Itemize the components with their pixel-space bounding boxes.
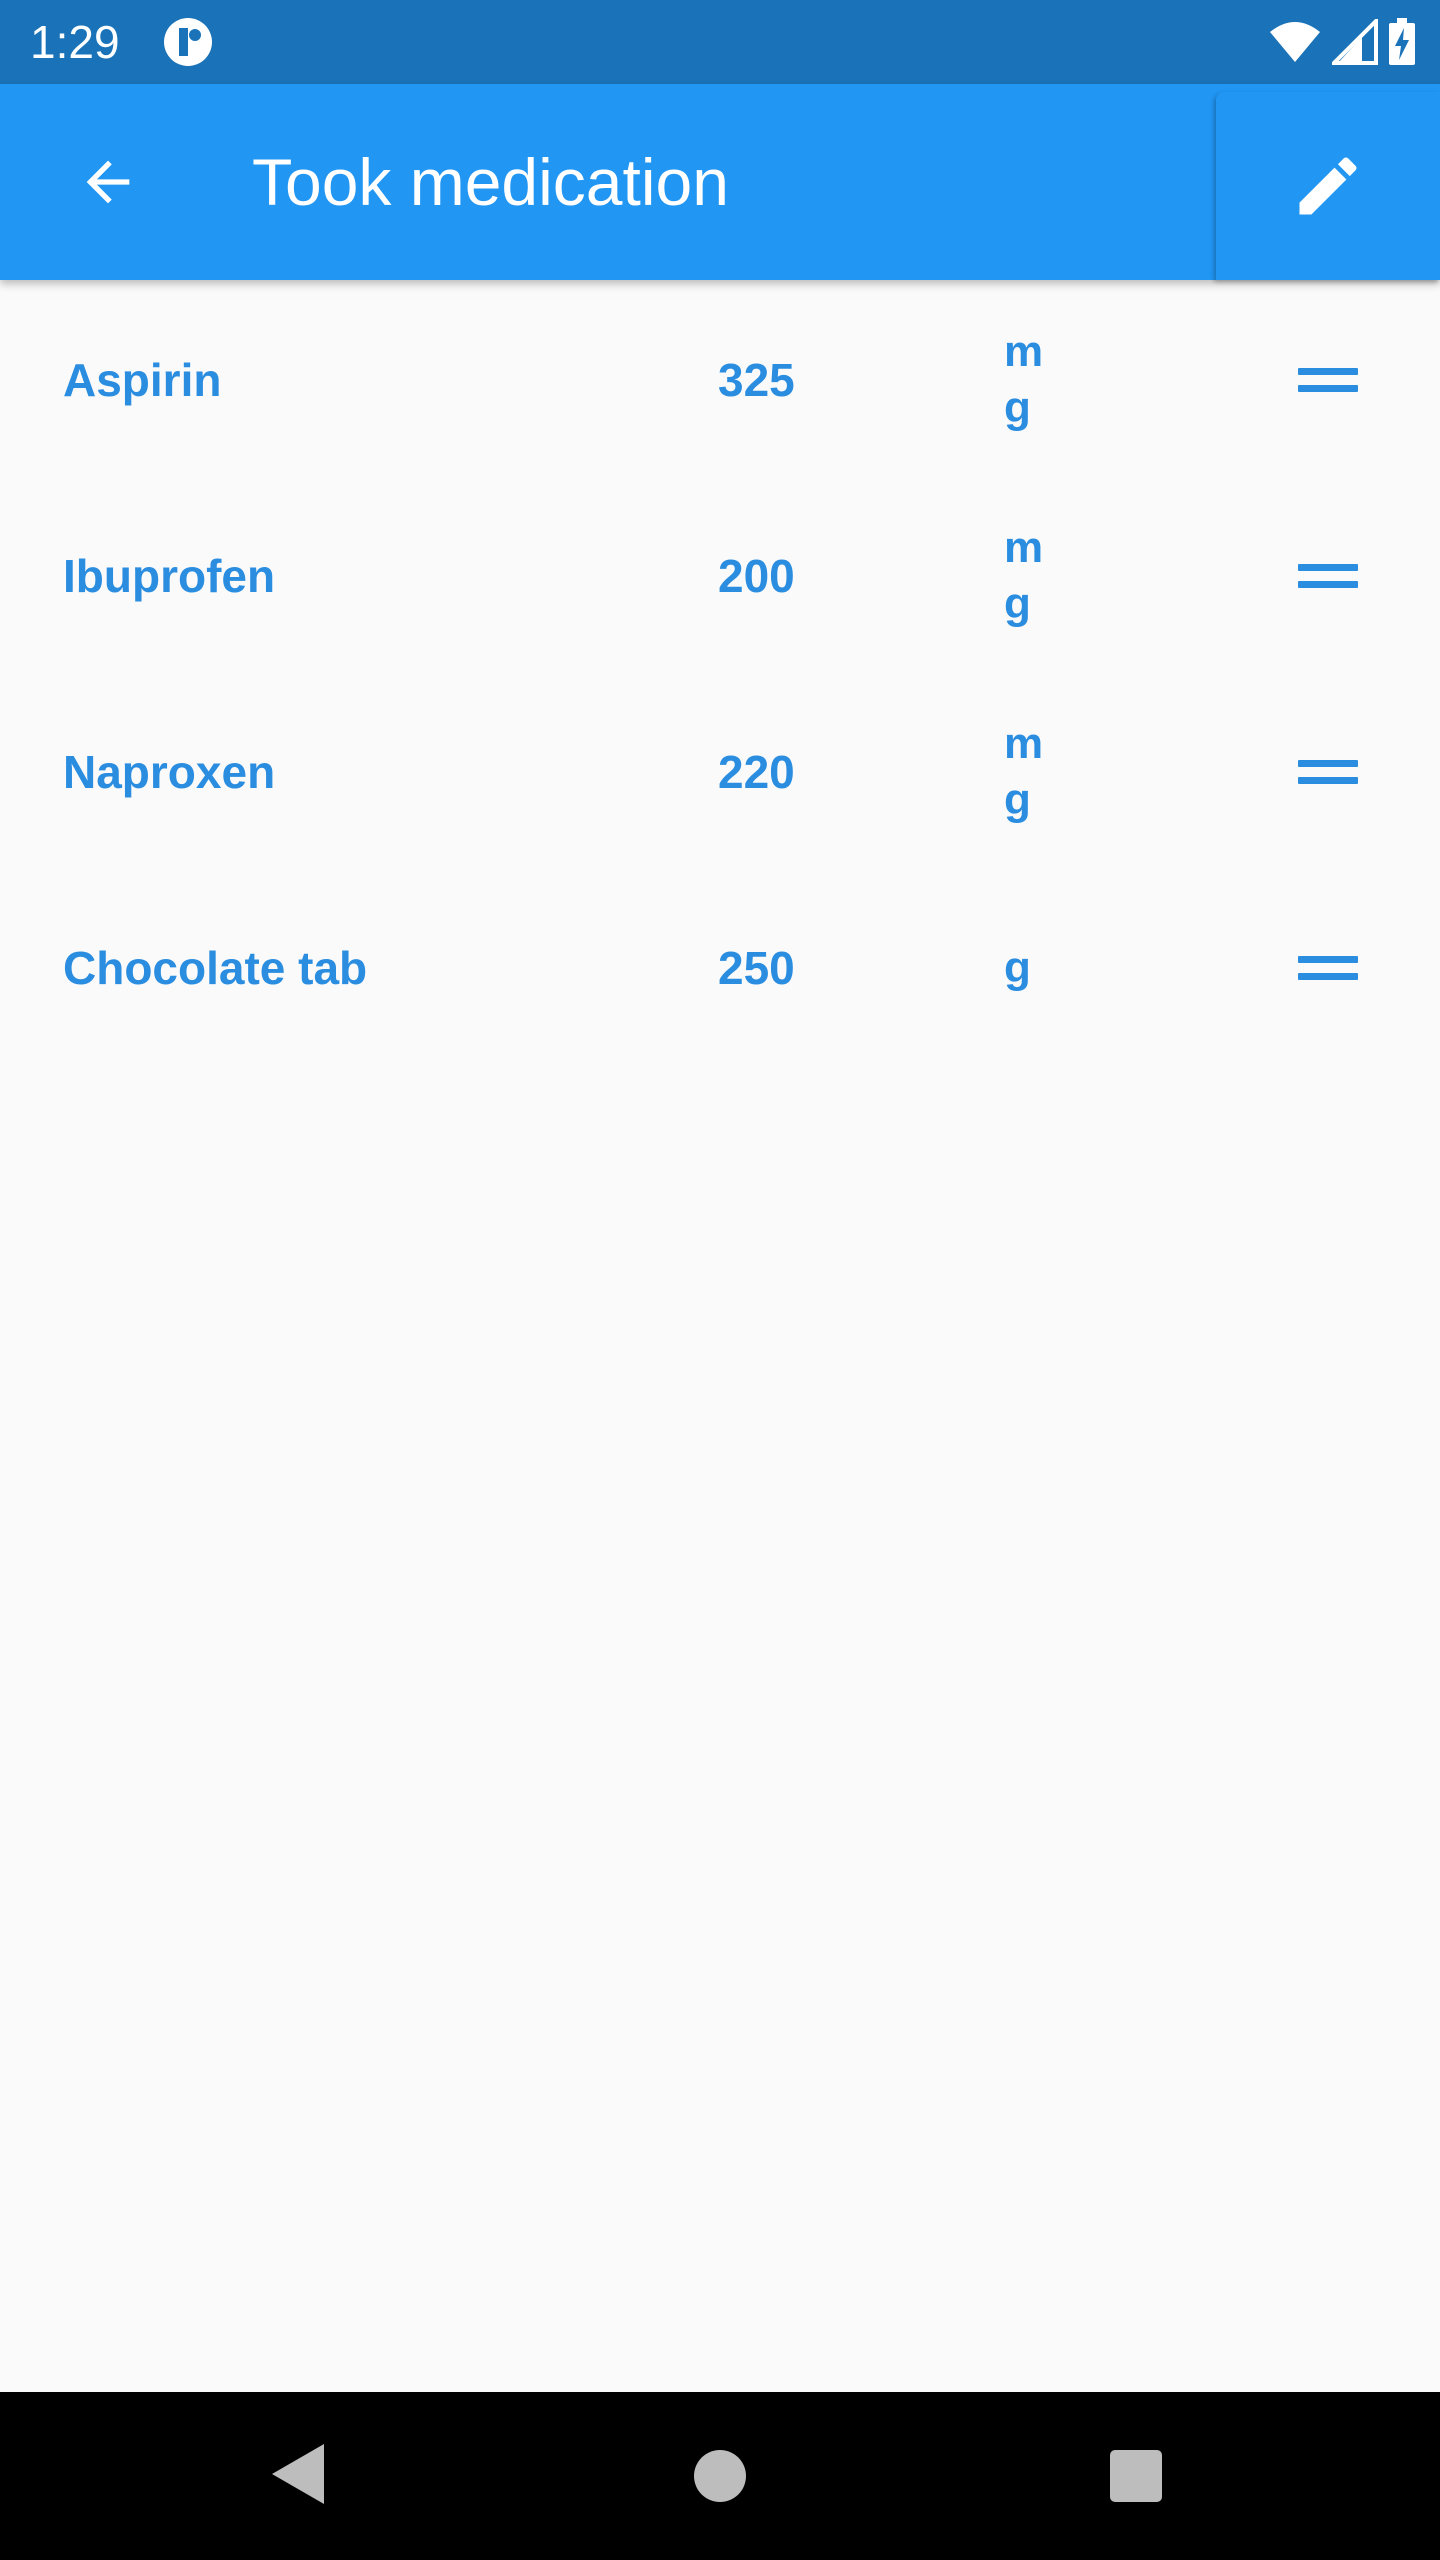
- medication-unit: g: [1004, 943, 1031, 992]
- nav-back-icon[interactable]: [272, 2444, 324, 2504]
- app-notification-icon: [164, 18, 212, 66]
- status-icons: [1268, 16, 1416, 68]
- app-bar: Took medication: [0, 84, 1440, 280]
- medication-dose: 220: [718, 746, 795, 798]
- nav-home-icon[interactable]: [694, 2450, 746, 2502]
- drag-handle-icon[interactable]: [1298, 754, 1358, 790]
- arrow-back-icon: [86, 160, 130, 204]
- medication-name: Chocolate tab: [63, 942, 368, 994]
- nav-recents-icon[interactable]: [1110, 2450, 1162, 2502]
- list-item[interactable]: Ibuprofen 200 mg: [0, 476, 1440, 672]
- edit-button[interactable]: [1216, 92, 1440, 280]
- page-title: Took medication: [252, 145, 729, 219]
- medication-name: Naproxen: [63, 746, 276, 798]
- list-item[interactable]: Aspirin 325 mg: [0, 280, 1440, 476]
- cell-signal-icon: [1332, 19, 1378, 65]
- medication-list: Aspirin 325 mg Ibuprofen 200 mg Naproxen…: [0, 280, 1440, 1064]
- back-button[interactable]: [56, 130, 160, 234]
- list-item[interactable]: Naproxen 220 mg: [0, 672, 1440, 868]
- medication-dose: 200: [718, 550, 795, 602]
- medication-unit: mg: [1004, 719, 1044, 824]
- medication-unit: mg: [1004, 523, 1044, 628]
- battery-charging-icon: [1389, 18, 1415, 65]
- medication-unit: mg: [1004, 327, 1044, 432]
- drag-handle-icon[interactable]: [1298, 558, 1358, 594]
- medication-name: Aspirin: [63, 354, 222, 406]
- pencil-icon: [1299, 157, 1357, 215]
- status-bar: 1:29: [0, 0, 1440, 84]
- system-nav-bar: [0, 2392, 1440, 2560]
- medication-dose: 250: [718, 942, 795, 994]
- medication-dose: 325: [718, 354, 795, 406]
- drag-handle-icon[interactable]: [1298, 362, 1358, 398]
- drag-handle-icon[interactable]: [1298, 950, 1358, 986]
- medication-name: Ibuprofen: [63, 550, 276, 602]
- wifi-icon: [1270, 22, 1320, 62]
- status-time: 1:29: [30, 16, 120, 68]
- list-item[interactable]: Chocolate tab 250 g: [0, 868, 1440, 1064]
